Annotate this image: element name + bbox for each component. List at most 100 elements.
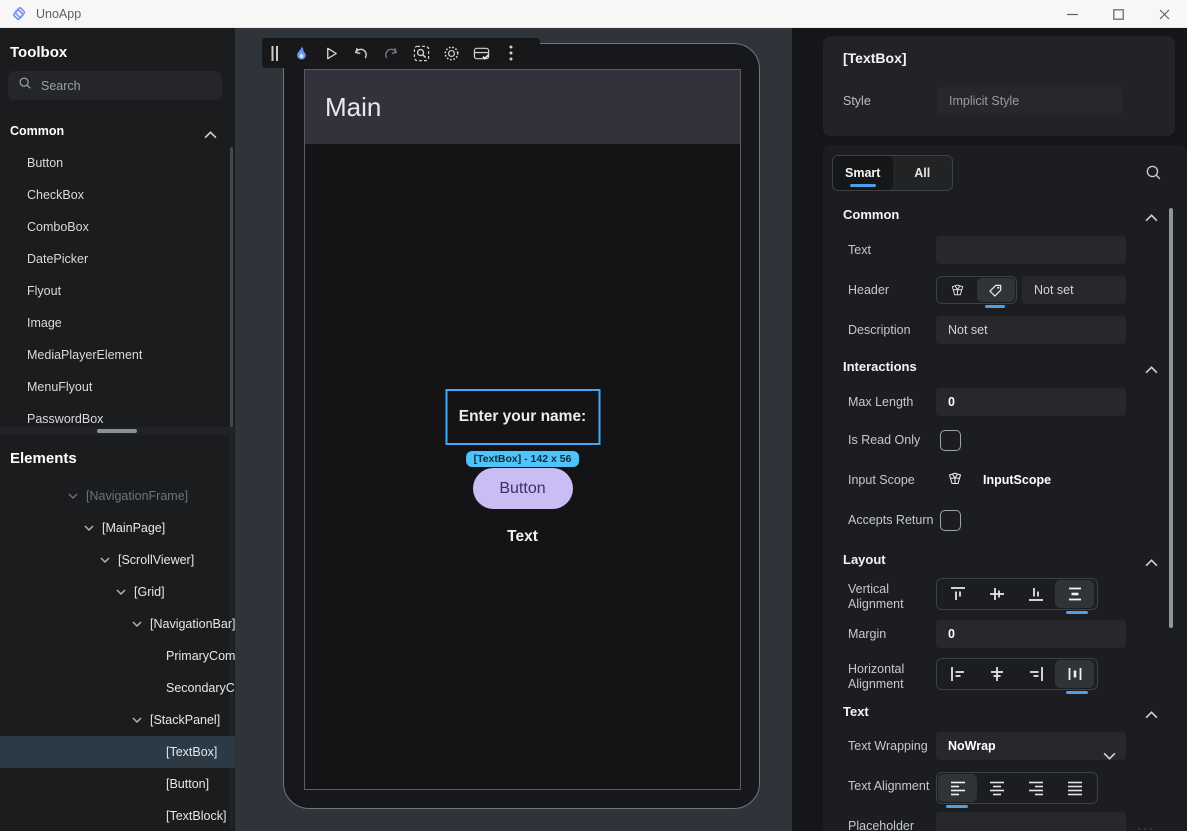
header-value-field[interactable]: Not set (1022, 276, 1126, 304)
selected-textbox[interactable]: Enter your name: (445, 389, 600, 445)
properties-scrollbar[interactable] (1169, 208, 1173, 628)
tree-item-textbox[interactable]: [TextBox] (0, 736, 235, 768)
is-read-only-checkbox[interactable] (940, 430, 961, 451)
section-common[interactable]: Common (843, 207, 899, 222)
valign-stretch-button[interactable] (1055, 580, 1094, 608)
tree-item-scrollviewer[interactable]: [ScrollViewer] (0, 544, 235, 576)
toolbox-item-list: Button CheckBox ComboBox DatePicker Flyo… (0, 147, 231, 435)
accepts-return-checkbox[interactable] (940, 510, 961, 531)
tree-item-navigationbar[interactable]: [NavigationBar] (0, 608, 235, 640)
toolbox-item-flyout[interactable]: Flyout (0, 275, 231, 307)
text-value-field[interactable] (936, 236, 1126, 264)
accepts-return-label: Accepts Return (848, 508, 933, 532)
halign-right-button[interactable] (1016, 660, 1055, 688)
panel-splitter[interactable] (0, 427, 235, 435)
tree-item-textblock[interactable]: [TextBlock] (0, 800, 235, 831)
halign-center-button[interactable] (977, 660, 1016, 688)
placeholder-field[interactable] (936, 812, 1126, 831)
text-alignment-group (936, 772, 1098, 804)
toolbox-search[interactable] (8, 71, 222, 100)
canvas-toolbar (262, 38, 540, 68)
tree-item-primarycommands[interactable]: PrimaryComm (0, 640, 235, 672)
max-length-label: Max Length (848, 388, 913, 416)
search-icon[interactable] (1145, 164, 1162, 186)
splitter-handle-icon[interactable] (97, 429, 137, 433)
inspect-element-icon[interactable] (412, 44, 430, 62)
more-menu-icon[interactable] (502, 44, 520, 62)
valign-top-button[interactable] (938, 580, 977, 608)
chevron-up-icon[interactable] (204, 126, 217, 144)
max-length-field[interactable]: 0 (936, 388, 1126, 416)
section-interactions[interactable]: Interactions (843, 359, 917, 374)
panel-check-icon[interactable] (472, 44, 490, 62)
chevron-down-icon[interactable] (132, 621, 142, 627)
play-icon[interactable] (322, 44, 340, 62)
close-icon[interactable] (1141, 0, 1187, 28)
margin-field[interactable]: 0 (936, 620, 1126, 648)
input-scope-value[interactable]: InputScope (983, 468, 1051, 492)
chevron-down-icon[interactable] (132, 717, 142, 723)
toolbox-scrollbar-thumb[interactable] (230, 147, 233, 435)
toolbox-item-menuflyout[interactable]: MenuFlyout (0, 371, 231, 403)
minimize-icon[interactable] (1049, 0, 1095, 28)
tree-item-navigationframe[interactable]: [NavigationFrame] (0, 480, 235, 512)
valign-bottom-button[interactable] (1016, 580, 1055, 608)
tree-item-grid[interactable]: [Grid] (0, 576, 235, 608)
chevron-up-icon[interactable] (1145, 554, 1158, 572)
theme-toggle-icon[interactable] (442, 44, 460, 62)
drag-handle-icon[interactable] (270, 44, 280, 62)
text-wrapping-dropdown[interactable]: NoWrap (936, 732, 1126, 760)
window-title: UnoApp (36, 7, 81, 21)
navigation-bar: Main (305, 70, 740, 144)
toolbox-section-common[interactable]: Common (10, 124, 64, 138)
tree-item-button[interactable]: [Button] (0, 768, 235, 800)
tree-item-stackpanel[interactable]: [StackPanel] (0, 704, 235, 736)
halign-left-button[interactable] (938, 660, 977, 688)
style-value-field[interactable]: Implicit Style (937, 87, 1123, 115)
toolbox-item-image[interactable]: Image (0, 307, 231, 339)
tree-item-secondarycommands[interactable]: SecondaryCo (0, 672, 235, 704)
elements-tree: [NavigationFrame] [MainPage] [ScrollView… (0, 480, 235, 831)
uno-logo-icon (10, 5, 28, 23)
chevron-up-icon[interactable] (1145, 706, 1158, 724)
description-value-field[interactable]: Not set (936, 316, 1126, 344)
canvas-textblock[interactable]: Text (507, 528, 538, 546)
undo-icon[interactable] (352, 44, 370, 62)
section-layout[interactable]: Layout (843, 552, 886, 567)
binding-icon[interactable] (947, 471, 963, 492)
text-align-center-button[interactable] (977, 774, 1016, 802)
tree-item-mainpage[interactable]: [MainPage] (0, 512, 235, 544)
toolbox-item-mediaplayerelement[interactable]: MediaPlayerElement (0, 339, 231, 371)
redo-icon[interactable] (382, 44, 400, 62)
section-text[interactable]: Text (843, 704, 869, 719)
tag-icon[interactable] (977, 278, 1016, 302)
chevron-up-icon[interactable] (1145, 209, 1158, 227)
text-align-left-button[interactable] (938, 774, 977, 802)
header-toggle-indicator (985, 305, 1005, 308)
canvas-button[interactable]: Button (473, 468, 573, 509)
placeholder-more-icon[interactable]: ··· (1137, 821, 1155, 831)
text-align-justify-button[interactable] (1055, 774, 1094, 802)
vertical-alignment-group (936, 578, 1098, 610)
toolbox-item-datepicker[interactable]: DatePicker (0, 243, 231, 275)
maximize-icon[interactable] (1095, 0, 1141, 28)
chevron-up-icon[interactable] (1145, 361, 1158, 379)
properties-list: Smart All Common Text Header (823, 145, 1187, 831)
chevron-down-icon[interactable] (68, 493, 78, 499)
toolbox-item-checkbox[interactable]: CheckBox (0, 179, 231, 211)
tab-all[interactable]: All (893, 156, 953, 190)
tab-smart[interactable]: Smart (833, 156, 893, 190)
chevron-down-icon[interactable] (100, 557, 110, 563)
chevron-down-icon[interactable] (116, 589, 126, 595)
binding-icon[interactable] (938, 278, 977, 302)
horizontal-alignment-label: Horizontal Alignment (848, 658, 926, 692)
toolbox-item-button[interactable]: Button (0, 147, 231, 179)
hot-design-flame-icon[interactable] (292, 44, 310, 62)
text-align-right-button[interactable] (1016, 774, 1055, 802)
search-input[interactable] (41, 79, 191, 93)
chevron-down-icon[interactable] (84, 525, 94, 531)
horizontal-alignment-group (936, 658, 1098, 690)
halign-stretch-button[interactable] (1055, 660, 1094, 688)
toolbox-item-combobox[interactable]: ComboBox (0, 211, 231, 243)
valign-center-button[interactable] (977, 580, 1016, 608)
